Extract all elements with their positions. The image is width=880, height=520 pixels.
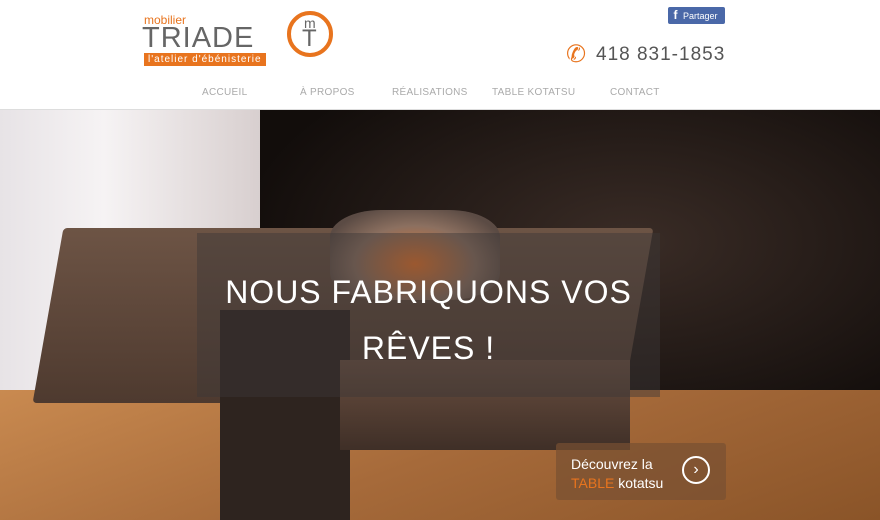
phone-text: 418 831-1853 <box>596 43 726 65</box>
chevron-right-icon: › <box>682 456 710 484</box>
hero-banner: NOUS FABRIQUONS VOS RÊVES ! Découvrez la… <box>0 110 880 520</box>
cta-line-2: TABLE kotatsu <box>571 475 663 491</box>
hero-headline: NOUS FABRIQUONS VOS RÊVES ! <box>197 264 660 376</box>
cta-line-1: Découvrez la <box>571 456 653 472</box>
nav-table-kotatsu[interactable]: TABLE KOTATSU <box>492 87 575 98</box>
phone-icon: ✆ <box>566 41 587 68</box>
share-label: Partager <box>683 11 718 21</box>
monogram-t: T <box>302 25 317 52</box>
cta-highlight: TABLE <box>571 475 615 491</box>
nav-contact[interactable]: CONTACT <box>610 87 660 98</box>
nav-accueil[interactable]: ACCUEIL <box>202 87 247 98</box>
logo-tagline: l'atelier d'ébénisterie <box>144 53 266 66</box>
phone-number: ✆ 418 831-1853 <box>566 40 725 69</box>
headline-line-1: NOUS FABRIQUONS VOS <box>225 274 632 310</box>
logo[interactable]: mobilier TRIADE l'atelier d'ébénisterie … <box>142 11 337 66</box>
cta-line-2-rest: kotatsu <box>614 475 664 491</box>
facebook-icon: f <box>673 8 678 22</box>
logo-name: TRIADE <box>142 22 255 54</box>
logo-monogram: m T <box>287 11 333 57</box>
discover-kotatsu-button[interactable]: Découvrez la TABLE kotatsu › <box>556 443 726 500</box>
headline-line-2: RÊVES ! <box>361 330 496 366</box>
site-header: mobilier TRIADE l'atelier d'ébénisterie … <box>0 0 880 110</box>
nav-a-propos[interactable]: À PROPOS <box>300 87 355 98</box>
facebook-share-button[interactable]: f Partager <box>668 7 725 24</box>
nav-realisations[interactable]: RÉALISATIONS <box>392 87 468 98</box>
